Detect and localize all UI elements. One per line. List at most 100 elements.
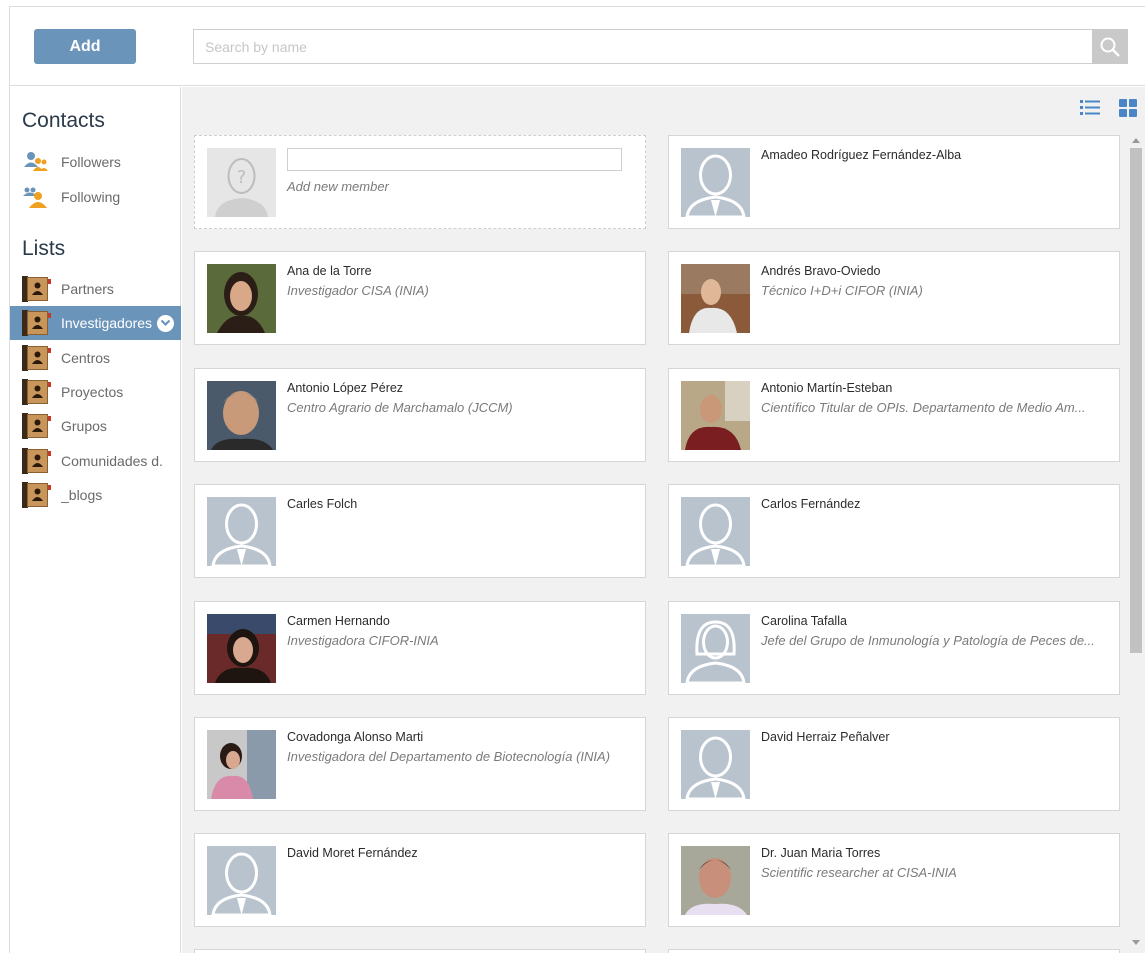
avatar [681, 148, 750, 217]
member-role: Jefe del Grupo de Inmunología y Patologí… [761, 633, 1095, 648]
sidebar-item-investigadores[interactable]: Investigadores [10, 306, 181, 340]
member-name[interactable]: Carolina Tafalla [761, 614, 847, 628]
sidebar-item-following[interactable]: Following [10, 180, 181, 214]
member-name[interactable]: Andrés Bravo-Oviedo [761, 264, 881, 278]
member-name[interactable]: Antonio López Pérez [287, 381, 403, 395]
sidebar-item-centros[interactable]: Centros [10, 341, 181, 375]
search-button[interactable] [1092, 29, 1128, 64]
sidebar-item-label: Grupos [61, 418, 107, 434]
contacts-heading: Contacts [22, 109, 105, 132]
svg-text:?: ? [237, 167, 247, 188]
avatar [207, 497, 276, 566]
member-card-partial [194, 949, 646, 953]
sidebar-item-label: Centros [61, 350, 111, 366]
avatar [207, 730, 276, 799]
avatar [207, 381, 276, 450]
following-icon [23, 187, 47, 208]
member-card[interactable]: Ana de la Torre Investigador CISA (INIA) [194, 251, 646, 345]
member-name[interactable]: David Herraiz Peñalver [761, 730, 890, 744]
scrollbar-thumb[interactable] [1130, 148, 1142, 653]
avatar [207, 846, 276, 915]
member-card[interactable]: Carlos Fernández [668, 484, 1120, 578]
member-card[interactable]: Carles Folch [194, 484, 646, 578]
member-card-partial [668, 949, 1120, 953]
avatar [681, 846, 750, 915]
sidebar-item-grupos[interactable]: Grupos [10, 409, 181, 443]
avatar [207, 614, 276, 683]
member-role: Investigadora CIFOR-INIA [287, 633, 439, 648]
member-card[interactable]: Antonio López Pérez Centro Agrario de Ma… [194, 368, 646, 462]
sidebar-item-label: Comunidades d. [61, 453, 163, 469]
contact-list-icon [22, 345, 51, 371]
member-name[interactable]: Amadeo Rodríguez Fernández-Alba [761, 148, 961, 162]
member-name[interactable]: Covadonga Alonso Marti [287, 730, 423, 744]
member-name[interactable]: Dr. Juan Maria Torres [761, 846, 880, 860]
sidebar-item-partners[interactable]: Partners [10, 272, 181, 306]
member-card[interactable]: Carolina Tafalla Jefe del Grupo de Inmun… [668, 601, 1120, 695]
avatar [681, 497, 750, 566]
top-toolbar: Add [9, 6, 1145, 86]
member-role: Scientific researcher at CISA-INIA [761, 865, 957, 880]
unknown-avatar: ? [207, 148, 276, 217]
member-card[interactable]: David Moret Fernández [194, 833, 646, 927]
contact-list-icon [22, 482, 51, 508]
member-card[interactable]: David Herraiz Peñalver [668, 717, 1120, 811]
search-box [193, 29, 1128, 64]
member-role: Investigador CISA (INIA) [287, 283, 429, 298]
avatar [681, 264, 750, 333]
avatar [681, 730, 750, 799]
contact-list-icon [22, 379, 51, 405]
search-icon [1100, 37, 1120, 57]
chevron-down-icon[interactable] [157, 314, 175, 332]
member-name[interactable]: David Moret Fernández [287, 846, 418, 860]
add-new-member-card[interactable]: ? Add new member [194, 135, 646, 229]
avatar-female [681, 614, 750, 683]
scrollbar[interactable] [1127, 133, 1145, 953]
member-card[interactable]: Covadonga Alonso Marti Investigadora del… [194, 717, 646, 811]
member-name[interactable]: Carmen Hernando [287, 614, 390, 628]
sidebar-item-blogs[interactable]: _blogs [10, 478, 181, 512]
scroll-down-icon[interactable] [1132, 940, 1140, 945]
new-member-input[interactable] [287, 148, 622, 171]
sidebar-item-label: Partners [61, 281, 114, 297]
add-button[interactable]: Add [34, 29, 136, 64]
add-new-member-label: Add new member [287, 179, 389, 194]
member-card[interactable]: Dr. Juan Maria Torres Scientific researc… [668, 833, 1120, 927]
sidebar-item-label: Following [61, 189, 121, 205]
member-name[interactable]: Carles Folch [287, 497, 357, 511]
search-input[interactable] [194, 30, 1127, 63]
sidebar-item-proyectos[interactable]: Proyectos [10, 375, 181, 409]
avatar [207, 264, 276, 333]
members-panel: ? Add new member Amadeo Rodríguez Fernán… [182, 87, 1145, 953]
grid-view-icon[interactable] [1119, 99, 1137, 117]
lists-heading: Lists [22, 237, 66, 260]
member-role: Centro Agrario de Marchamalo (JCCM) [287, 400, 513, 415]
member-name[interactable]: Carlos Fernández [761, 497, 860, 511]
member-card[interactable]: Carmen Hernando Investigadora CIFOR-INIA [194, 601, 646, 695]
sidebar-item-label: Proyectos [61, 384, 124, 400]
member-role: Científico Titular de OPIs. Departamento… [761, 400, 1086, 415]
contact-list-icon [22, 448, 51, 474]
avatar [681, 381, 750, 450]
sidebar: Contacts Followers Following Lists Partn… [9, 87, 181, 953]
sidebar-item-label: Followers [61, 154, 121, 170]
member-card[interactable]: Amadeo Rodríguez Fernández-Alba [668, 135, 1120, 229]
member-card[interactable]: Antonio Martín-Esteban Científico Titula… [668, 368, 1120, 462]
member-name[interactable]: Ana de la Torre [287, 264, 372, 278]
sidebar-item-label: Investigadores [61, 315, 153, 331]
sidebar-item-label: _blogs [61, 487, 103, 503]
contact-list-icon [22, 276, 51, 302]
contact-list-icon [22, 310, 51, 336]
member-card[interactable]: Andrés Bravo-Oviedo Técnico I+D+i CIFOR … [668, 251, 1120, 345]
sidebar-item-followers[interactable]: Followers [10, 145, 181, 179]
list-view-icon[interactable] [1080, 99, 1100, 116]
sidebar-item-comunidades[interactable]: Comunidades d. [10, 444, 181, 478]
contacts-app: Add Contacts Followers [0, 0, 1145, 953]
member-role: Técnico I+D+i CIFOR (INIA) [761, 283, 923, 298]
scroll-up-icon[interactable] [1132, 138, 1140, 143]
member-name[interactable]: Antonio Martín-Esteban [761, 381, 892, 395]
contact-list-icon [22, 413, 51, 439]
view-toggle [1065, 87, 1145, 127]
followers-icon [24, 152, 48, 171]
member-role: Investigadora del Departamento de Biotec… [287, 749, 611, 764]
